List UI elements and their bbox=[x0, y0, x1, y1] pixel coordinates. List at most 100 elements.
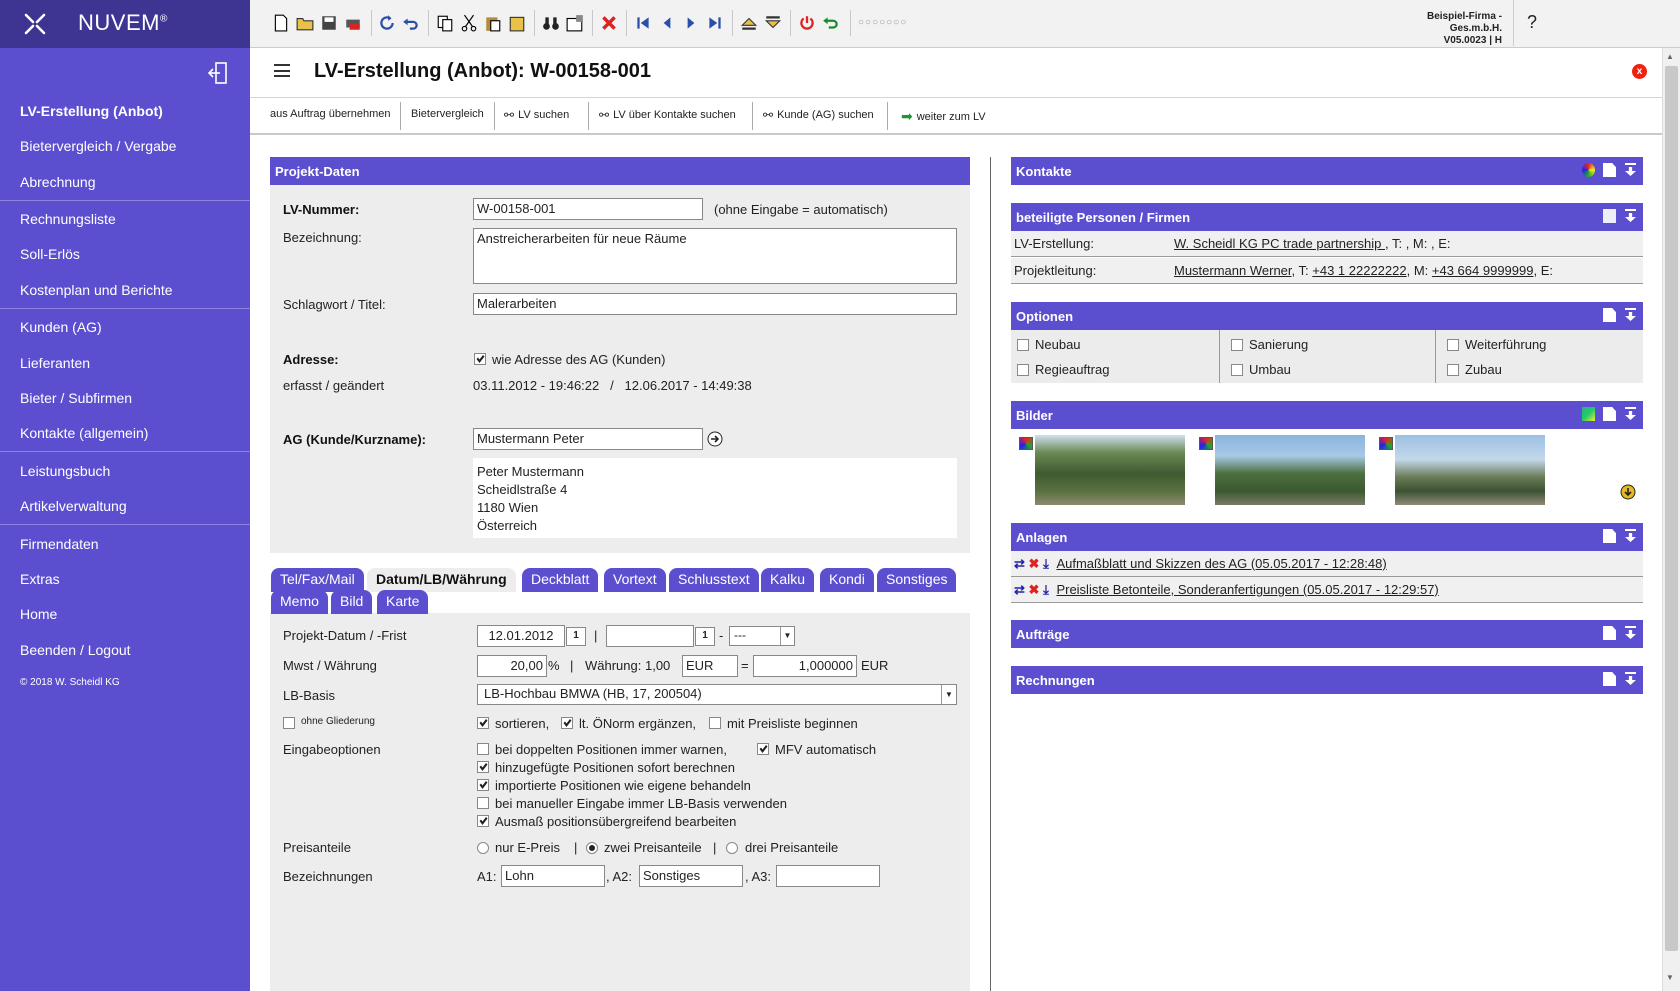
sidebar-item-artikelverwaltung[interactable]: Artikelverwaltung bbox=[20, 498, 127, 514]
expand-panel-icon[interactable] bbox=[1624, 672, 1637, 686]
expand-panel-icon[interactable] bbox=[1624, 163, 1637, 177]
mwst-input[interactable]: 20,00 bbox=[477, 655, 547, 677]
help-icon[interactable]: ? bbox=[1527, 12, 1537, 33]
expand-panel-icon[interactable] bbox=[1624, 626, 1637, 640]
doppelte-positionen-checkbox[interactable] bbox=[477, 743, 489, 755]
sidebar-item-rechnungsliste[interactable]: Rechnungsliste bbox=[20, 211, 116, 227]
lv-suchen-button[interactable]: ⚯ LV suchen bbox=[504, 108, 569, 122]
a1-input[interactable]: Lohn bbox=[501, 865, 605, 887]
expand-panel-icon[interactable] bbox=[1624, 529, 1637, 543]
a2-input[interactable]: Sonstiges bbox=[639, 865, 743, 887]
swap-icon[interactable]: ⇄ bbox=[1014, 582, 1025, 597]
download-icon[interactable] bbox=[1620, 484, 1636, 500]
importierte-positionen-checkbox[interactable] bbox=[477, 779, 489, 791]
image-edit-icon[interactable] bbox=[1019, 437, 1033, 450]
drei-preisanteile-radio[interactable] bbox=[726, 842, 738, 854]
delete-icon[interactable] bbox=[600, 14, 618, 32]
sidebar-item-kontakte[interactable]: Kontakte (allgemein) bbox=[20, 425, 148, 441]
tab-tel-fax-mail[interactable]: Tel/Fax/Mail bbox=[271, 568, 364, 592]
expand-panel-icon[interactable] bbox=[1624, 308, 1637, 322]
sanierung-checkbox[interactable] bbox=[1231, 339, 1243, 351]
sidebar-item-soll-erloes[interactable]: Soll-Erlös bbox=[20, 246, 80, 262]
open-folder-icon[interactable] bbox=[296, 14, 314, 32]
sidebar-item-abrechnung[interactable]: Abrechnung bbox=[20, 174, 96, 190]
image-icon[interactable] bbox=[1582, 407, 1595, 421]
new-document-icon[interactable] bbox=[1603, 163, 1616, 177]
lv-erstellung-link[interactable]: W. Scheidl KG PC trade partnership bbox=[1174, 236, 1385, 251]
close-icon[interactable]: x bbox=[1632, 64, 1647, 79]
tab-schlusstext[interactable]: Schlusstext bbox=[669, 568, 759, 592]
scroll-down-icon[interactable]: ▼ bbox=[1666, 973, 1674, 982]
project-image-thumbnail[interactable] bbox=[1035, 435, 1185, 505]
calendar-button[interactable]: 1 bbox=[566, 627, 586, 646]
anlage-link[interactable]: Preisliste Betonteile, Sonderanfertigung… bbox=[1056, 582, 1438, 597]
sidebar-item-leistungsbuch[interactable]: Leistungsbuch bbox=[20, 463, 110, 479]
new-document-icon[interactable] bbox=[1603, 626, 1616, 640]
sidebar-item-bietervergleich[interactable]: Bietervergleich / Vergabe bbox=[20, 138, 176, 154]
download-icon[interactable]: ⤓ bbox=[1043, 556, 1049, 571]
expand-panel-icon[interactable] bbox=[1624, 209, 1637, 223]
schlagwort-input[interactable]: Malerarbeiten bbox=[473, 293, 957, 315]
ag-input[interactable]: Mustermann Peter bbox=[473, 428, 703, 450]
tab-kondi[interactable]: Kondi bbox=[820, 568, 874, 592]
lv-kontakte-suchen-button[interactable]: ⚯ LV über Kontakte suchen bbox=[599, 108, 736, 122]
aus-auftrag-button[interactable]: aus Auftrag übernehmen bbox=[270, 108, 390, 120]
sidebar-item-home[interactable]: Home bbox=[20, 606, 57, 622]
paste-special-icon[interactable] bbox=[508, 14, 526, 32]
properties-icon[interactable] bbox=[566, 14, 584, 32]
collapse-sidebar-icon[interactable] bbox=[208, 62, 228, 84]
zubau-checkbox[interactable] bbox=[1447, 364, 1459, 376]
kurs-input[interactable]: 1,000000 bbox=[753, 655, 857, 677]
sortieren-checkbox[interactable] bbox=[477, 717, 489, 729]
tab-karte[interactable]: Karte bbox=[377, 590, 429, 614]
sidebar-item-extras[interactable]: Extras bbox=[20, 571, 60, 587]
lb-basis-select[interactable]: LB-Hochbau BMWA (HB, 17, 200504) ▼ bbox=[477, 684, 957, 705]
tab-vortext[interactable]: Vortext bbox=[604, 568, 666, 592]
scroll-up-icon[interactable]: ▲ bbox=[1666, 52, 1674, 61]
projektleitung-mobile-link[interactable]: +43 664 9999999 bbox=[1432, 263, 1534, 278]
nur-e-preis-radio[interactable] bbox=[477, 842, 489, 854]
delete-icon[interactable]: ✖ bbox=[1029, 582, 1040, 597]
new-document-icon[interactable] bbox=[1603, 672, 1616, 686]
preisliste-checkbox[interactable] bbox=[709, 717, 721, 729]
sidebar-item-lieferanten[interactable]: Lieferanten bbox=[20, 355, 90, 371]
calendar-button[interactable]: 1 bbox=[695, 627, 715, 646]
tab-datum-lb-waehrung[interactable]: Datum/LB/Währung bbox=[367, 568, 516, 592]
color-wheel-icon[interactable] bbox=[1582, 163, 1595, 177]
anlage-link[interactable]: Aufmaßblatt und Skizzen des AG (05.05.20… bbox=[1056, 556, 1386, 571]
weiter-zum-lv-button[interactable]: ➡ weiter zum LV bbox=[901, 108, 986, 125]
collapse-up-icon[interactable] bbox=[740, 14, 758, 32]
projektleitung-link[interactable]: Mustermann Werner bbox=[1174, 263, 1292, 278]
waehrung-code-input[interactable]: EUR bbox=[682, 655, 738, 677]
cut-icon[interactable] bbox=[460, 14, 478, 32]
sidebar-item-firmendaten[interactable]: Firmendaten bbox=[20, 536, 99, 552]
tab-deckblatt[interactable]: Deckblatt bbox=[522, 568, 599, 592]
new-document-icon[interactable] bbox=[272, 14, 290, 32]
tab-bild[interactable]: Bild bbox=[331, 590, 373, 614]
projekt-datum-input[interactable]: 12.01.2012 bbox=[477, 625, 565, 647]
refresh-icon[interactable] bbox=[378, 14, 396, 32]
sidebar-item-kostenplan[interactable]: Kostenplan und Berichte bbox=[20, 282, 173, 298]
sidebar-item-logout[interactable]: Beenden / Logout bbox=[20, 642, 131, 658]
bezeichnung-textarea[interactable]: Anstreicherarbeiten für neue Räume bbox=[473, 228, 957, 284]
download-icon[interactable]: ⤓ bbox=[1043, 582, 1049, 597]
expand-down-icon[interactable] bbox=[764, 14, 782, 32]
app-logo[interactable]: NUVEM® bbox=[0, 0, 250, 48]
ausmass-checkbox[interactable] bbox=[477, 815, 489, 827]
vertical-scrollbar[interactable]: ▲ ▼ bbox=[1662, 48, 1680, 991]
print-pdf-icon[interactable] bbox=[344, 14, 362, 32]
sidebar-item-bieter[interactable]: Bieter / Subfirmen bbox=[20, 390, 132, 406]
previous-record-icon[interactable] bbox=[658, 14, 676, 32]
last-record-icon[interactable] bbox=[706, 14, 724, 32]
lb-basis-verwenden-checkbox[interactable] bbox=[477, 797, 489, 809]
binoculars-icon[interactable] bbox=[542, 14, 560, 32]
copy-icon[interactable] bbox=[436, 14, 454, 32]
sidebar-item-kunden[interactable]: Kunden (AG) bbox=[20, 319, 102, 335]
paste-icon[interactable] bbox=[484, 14, 502, 32]
tab-memo[interactable]: Memo bbox=[271, 590, 328, 614]
neubau-checkbox[interactable] bbox=[1017, 339, 1029, 351]
adresse-wie-ag-checkbox[interactable] bbox=[474, 353, 486, 365]
menu-icon[interactable] bbox=[274, 64, 290, 77]
umbau-checkbox[interactable] bbox=[1231, 364, 1243, 376]
zwei-preisanteile-radio[interactable] bbox=[586, 842, 598, 854]
